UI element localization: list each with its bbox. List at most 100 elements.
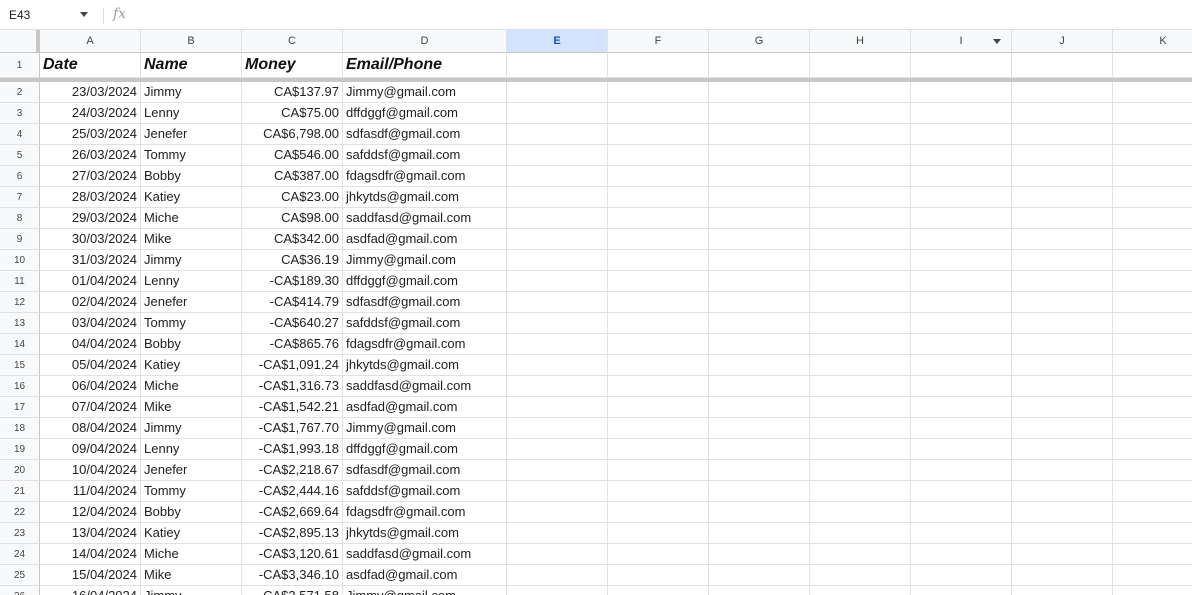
row-header[interactable]: 26	[0, 586, 40, 595]
date-cell[interactable]: 10/04/2024	[40, 460, 141, 481]
empty-cell[interactable]	[1113, 313, 1192, 334]
empty-cell[interactable]	[1113, 439, 1192, 460]
empty-cell[interactable]	[1113, 502, 1192, 523]
empty-cell[interactable]	[1113, 355, 1192, 376]
frozen-row-divider[interactable]	[0, 78, 1192, 82]
column-header-g[interactable]: G	[709, 30, 810, 53]
email-cell[interactable]: asdfad@gmail.com	[343, 229, 507, 250]
empty-cell[interactable]	[709, 355, 810, 376]
empty-cell[interactable]	[1113, 103, 1192, 124]
name-cell[interactable]: Bobby	[141, 166, 242, 187]
empty-cell[interactable]	[810, 229, 911, 250]
email-header-cell[interactable]: Email/Phone	[343, 53, 507, 78]
date-cell[interactable]: 08/04/2024	[40, 418, 141, 439]
empty-cell[interactable]	[911, 166, 1012, 187]
name-cell[interactable]: Katiey	[141, 523, 242, 544]
row-header[interactable]: 24	[0, 544, 40, 565]
empty-cell[interactable]	[608, 166, 709, 187]
empty-cell[interactable]	[1012, 418, 1113, 439]
empty-cell[interactable]	[709, 586, 810, 595]
empty-cell[interactable]	[709, 376, 810, 397]
column-header-j[interactable]: J	[1012, 30, 1113, 53]
date-cell[interactable]: 30/03/2024	[40, 229, 141, 250]
date-cell[interactable]: 14/04/2024	[40, 544, 141, 565]
email-cell[interactable]: safddsf@gmail.com	[343, 145, 507, 166]
empty-cell[interactable]	[911, 334, 1012, 355]
empty-cell[interactable]	[608, 586, 709, 595]
empty-cell[interactable]	[608, 565, 709, 586]
column-header-k[interactable]: K	[1113, 30, 1192, 53]
email-cell[interactable]: Jimmy@gmail.com	[343, 418, 507, 439]
empty-cell[interactable]	[810, 418, 911, 439]
empty-cell[interactable]	[911, 418, 1012, 439]
empty-cell[interactable]	[608, 481, 709, 502]
empty-cell[interactable]	[507, 481, 608, 502]
column-header-f[interactable]: F	[608, 30, 709, 53]
money-cell[interactable]: CA$137.97	[242, 82, 343, 103]
money-cell[interactable]: -CA$865.76	[242, 334, 343, 355]
row-header[interactable]: 12	[0, 292, 40, 313]
empty-cell[interactable]	[1012, 313, 1113, 334]
empty-cell[interactable]	[810, 187, 911, 208]
empty-cell[interactable]	[608, 439, 709, 460]
empty-cell[interactable]	[608, 418, 709, 439]
empty-cell[interactable]	[507, 53, 608, 78]
column-header-d[interactable]: D	[343, 30, 507, 53]
name-cell[interactable]: Jimmy	[141, 250, 242, 271]
date-cell[interactable]: 23/03/2024	[40, 82, 141, 103]
empty-cell[interactable]	[810, 208, 911, 229]
name-cell[interactable]: Tommy	[141, 313, 242, 334]
email-cell[interactable]: saddfasd@gmail.com	[343, 208, 507, 229]
empty-cell[interactable]	[507, 397, 608, 418]
empty-cell[interactable]	[911, 229, 1012, 250]
empty-cell[interactable]	[911, 145, 1012, 166]
empty-cell[interactable]	[1012, 481, 1113, 502]
money-cell[interactable]: -CA$1,316.73	[242, 376, 343, 397]
empty-cell[interactable]	[608, 82, 709, 103]
empty-cell[interactable]	[709, 313, 810, 334]
name-cell[interactable]: Tommy	[141, 145, 242, 166]
money-cell[interactable]: CA$36.19	[242, 250, 343, 271]
date-cell[interactable]: 11/04/2024	[40, 481, 141, 502]
empty-cell[interactable]	[507, 82, 608, 103]
email-cell[interactable]: fdagsdfr@gmail.com	[343, 166, 507, 187]
date-cell[interactable]: 05/04/2024	[40, 355, 141, 376]
money-cell[interactable]: -CA$2,895.13	[242, 523, 343, 544]
date-cell[interactable]: 26/03/2024	[40, 145, 141, 166]
empty-cell[interactable]	[608, 208, 709, 229]
empty-cell[interactable]	[810, 523, 911, 544]
empty-cell[interactable]	[810, 544, 911, 565]
empty-cell[interactable]	[810, 376, 911, 397]
empty-cell[interactable]	[1012, 397, 1113, 418]
empty-cell[interactable]	[1113, 292, 1192, 313]
empty-cell[interactable]	[1012, 82, 1113, 103]
empty-cell[interactable]	[608, 334, 709, 355]
empty-cell[interactable]	[1012, 271, 1113, 292]
empty-cell[interactable]	[1113, 124, 1192, 145]
empty-cell[interactable]	[507, 250, 608, 271]
empty-cell[interactable]	[709, 124, 810, 145]
empty-cell[interactable]	[608, 187, 709, 208]
empty-cell[interactable]	[1113, 208, 1192, 229]
money-cell[interactable]: -CA$3,571.58	[242, 586, 343, 595]
empty-cell[interactable]	[507, 334, 608, 355]
empty-cell[interactable]	[709, 481, 810, 502]
row-header[interactable]: 14	[0, 334, 40, 355]
row-header[interactable]: 9	[0, 229, 40, 250]
empty-cell[interactable]	[608, 145, 709, 166]
name-cell[interactable]: Jimmy	[141, 418, 242, 439]
row-header[interactable]: 5	[0, 145, 40, 166]
money-cell[interactable]: -CA$3,120.61	[242, 544, 343, 565]
empty-cell[interactable]	[1113, 565, 1192, 586]
row-header[interactable]: 18	[0, 418, 40, 439]
date-header-cell[interactable]: Date	[40, 53, 141, 78]
empty-cell[interactable]	[608, 271, 709, 292]
empty-cell[interactable]	[507, 418, 608, 439]
empty-cell[interactable]	[911, 397, 1012, 418]
column-filter-dropdown-icon[interactable]	[993, 39, 1001, 44]
empty-cell[interactable]	[1113, 586, 1192, 595]
name-cell[interactable]: Tommy	[141, 481, 242, 502]
empty-cell[interactable]	[810, 82, 911, 103]
row-header[interactable]: 4	[0, 124, 40, 145]
date-cell[interactable]: 07/04/2024	[40, 397, 141, 418]
